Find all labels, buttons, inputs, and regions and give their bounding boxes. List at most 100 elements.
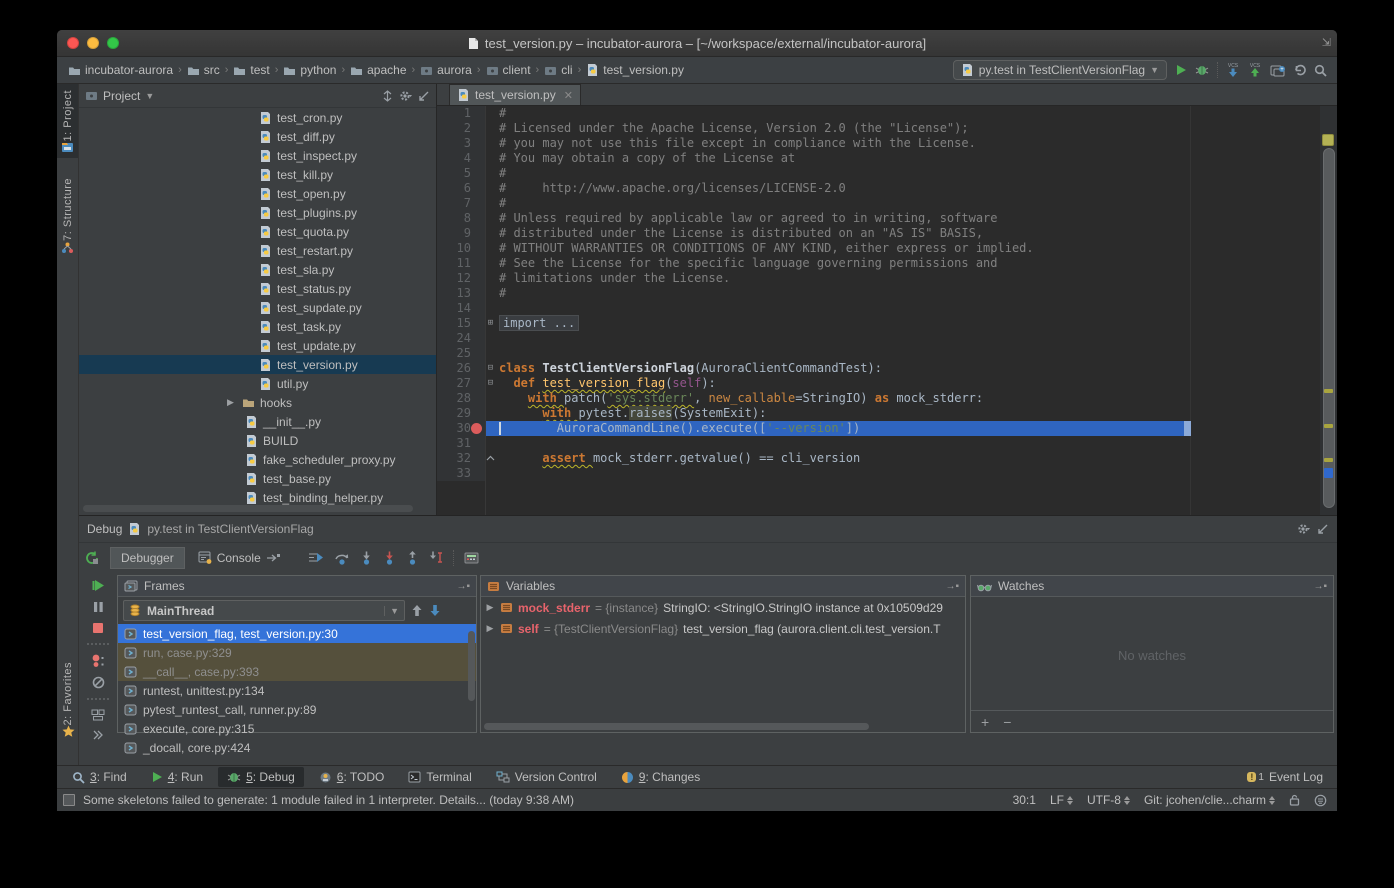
editor-scrollbar[interactable] [1320,106,1337,515]
frame-row[interactable]: test_version_flag, test_version.py:30 [118,624,476,643]
bottom-tab-versioncontrol[interactable]: Version Control [487,767,606,787]
breadcrumb-item[interactable]: python [280,61,339,79]
close-icon[interactable]: ✕ [564,89,573,102]
undo-button[interactable] [1293,64,1306,76]
warning-stripe-mark[interactable] [1324,389,1333,393]
frame-row[interactable]: execute, core.py:315 [118,719,476,738]
code-line-25[interactable]: 25 [437,346,1337,361]
breadcrumb-item[interactable]: src [184,61,223,79]
variable-row[interactable]: ▶self = {TestClientVersionFlag} test_ver… [481,618,965,639]
debug-tab-debugger[interactable]: Debugger [110,547,185,569]
line-number[interactable]: 26 [437,361,485,376]
warning-stripe-mark[interactable] [1324,424,1333,428]
line-number[interactable]: 5 [437,166,485,181]
resume-icon[interactable] [92,579,105,592]
code-line-5[interactable]: 5# [437,166,1337,181]
tree-item-util-py[interactable]: util.py [79,374,436,393]
tree-item-test-base-py[interactable]: test_base.py [79,469,436,488]
tree-item-test-restart-py[interactable]: test_restart.py [79,241,436,260]
pause-icon[interactable] [93,601,104,613]
code-line-31[interactable]: 31 [437,436,1337,451]
line-number[interactable]: 6 [437,181,485,196]
line-number[interactable]: 25 [437,346,485,361]
line-number[interactable]: 10 [437,241,485,256]
frames-scrollbar[interactable] [468,631,475,701]
line-number[interactable]: 28 [437,391,485,406]
warning-stripe-mark[interactable] [1324,458,1333,462]
bottom-tab-find[interactable]: 3: Find [63,767,136,787]
code-line-10[interactable]: 10# WITHOUT WARRANTIES OR CONDITIONS OF … [437,241,1337,256]
restore-layout-icon[interactable] [91,709,105,721]
add-watch-button[interactable]: + [981,714,989,730]
code-line-8[interactable]: 8# Unless required by applicable law or … [437,211,1337,226]
bottom-tab-changes[interactable]: 9: Changes [612,767,709,787]
code-line-29[interactable]: 29 with pytest.raises(SystemExit): [437,406,1337,421]
line-number[interactable]: 3 [437,136,485,151]
tree-item-test-cron-py[interactable]: test_cron.py [79,108,436,127]
pin-icon[interactable] [266,553,281,563]
force-step-into-icon[interactable] [383,551,396,565]
tree-item-test-supdate-py[interactable]: test_supdate.py [79,298,436,317]
tree-item-fake-scheduler-proxy-py[interactable]: fake_scheduler_proxy.py [79,450,436,469]
tree-item-test-update-py[interactable]: test_update.py [79,336,436,355]
code-line-6[interactable]: 6# http://www.apache.org/licenses/LICENS… [437,181,1337,196]
run-button[interactable] [1175,64,1187,76]
code-line-32[interactable]: 32 assert mock_stderr.getvalue() == cli_… [437,451,1337,466]
vcs-commit-button[interactable]: VCS [1248,62,1262,78]
tool-window-toggle-icon[interactable] [63,794,75,806]
tree-item-test-kill-py[interactable]: test_kill.py [79,165,436,184]
caret-position[interactable]: 30:1 [1013,793,1036,807]
remove-watch-button[interactable]: − [1003,714,1011,730]
expand-arrow-icon[interactable]: ▶ [485,623,495,634]
step-out-icon[interactable] [406,551,419,565]
variables-horizontal-scrollbar[interactable] [484,723,869,730]
line-number[interactable]: 15 [437,316,485,331]
code-line-30[interactable]: 30 AuroraCommandLine().execute(['--versi… [437,421,1337,436]
bottom-tab-terminal[interactable]: Terminal [399,767,480,787]
tree-item-test-sla-py[interactable]: test_sla.py [79,260,436,279]
fold-marker-icon[interactable]: ⊟ [485,361,496,376]
frame-row[interactable]: runtest, unittest.py:134 [118,681,476,700]
breakpoint-icon[interactable] [471,423,482,434]
code-line-13[interactable]: 13# [437,286,1337,301]
vcs-update-button[interactable]: VCS [1226,62,1240,78]
code-line-15[interactable]: 15⊞import ... [437,316,1337,331]
debug-button[interactable] [1195,64,1209,76]
variable-row[interactable]: ▶mock_stderr = {instance} StringIO: <Str… [481,597,965,618]
code-line-3[interactable]: 3# you may not use this file except in c… [437,136,1337,151]
title-bar[interactable]: test_version.py – incubator-aurora – [~/… [57,30,1337,57]
code-line-27[interactable]: 27⊟ def test_version_flag(self): [437,376,1337,391]
line-number[interactable]: 33 [437,466,485,481]
line-number[interactable]: 11 [437,256,485,271]
fold-marker-icon[interactable] [485,451,496,466]
breadcrumb-item[interactable]: client [483,61,534,79]
tree-item-test-task-py[interactable]: test_task.py [79,317,436,336]
line-number[interactable]: 27 [437,376,485,391]
tree-item-test-open-py[interactable]: test_open.py [79,184,436,203]
expand-arrow-icon[interactable]: ▶ [485,602,495,613]
previous-frame-button[interactable] [411,604,423,617]
tool-stripe-button----project[interactable]: 1: Project [57,84,78,158]
line-number[interactable]: 12 [437,271,485,286]
line-number[interactable]: 2 [437,121,485,136]
rerun-button[interactable] [85,551,100,565]
more-chevron-icon[interactable] [92,730,104,740]
tree-item-test-diff-py[interactable]: test_diff.py [79,127,436,146]
line-number[interactable]: 9 [437,226,485,241]
code-line-7[interactable]: 7# [437,196,1337,211]
expand-arrow-icon[interactable]: ▶ [227,397,234,408]
tree-item-test-status-py[interactable]: test_status.py [79,279,436,298]
hide-panel-icon[interactable] [418,90,430,102]
code-line-28[interactable]: 28 with patch('sys.stderr', new_callable… [437,391,1337,406]
tool-stripe-button----structure[interactable]: 7: Structure [57,172,78,258]
float-panel-icon[interactable]: →▪ [456,581,470,592]
line-number[interactable]: 7 [437,196,485,211]
project-horizontal-scrollbar[interactable] [83,505,413,512]
encoding-select[interactable]: UTF-8 [1087,793,1130,807]
breadcrumb-item[interactable]: apache [347,61,409,79]
view-breakpoints-icon[interactable] [91,654,105,667]
frame-row[interactable]: run, case.py:329 [118,643,476,662]
chevron-down-icon[interactable]: ▼ [145,91,154,101]
line-number[interactable]: 24 [437,331,485,346]
breadcrumb-item[interactable]: test_version.py [583,61,687,79]
